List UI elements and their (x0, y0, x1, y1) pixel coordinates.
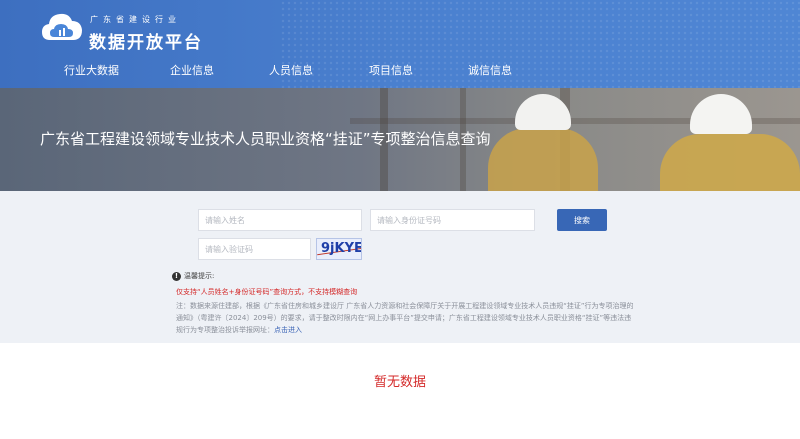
site-logo[interactable]: 广东省建设行业 数据开放平台 (40, 10, 240, 53)
results-area: 暂无数据 (0, 343, 800, 439)
empty-state-text: 暂无数据 (373, 375, 426, 390)
nav-item-industry-data[interactable]: 行业大数据 (64, 62, 119, 78)
nav-item-enterprise-info[interactable]: 企业信息 (170, 62, 214, 78)
search-panel: 搜索 9jKYE ! 温馨提示: 仅支持“人员姓名+身份证号码”查询方式，不支持… (0, 191, 800, 343)
nav-item-credit-info[interactable]: 诚信信息 (468, 62, 512, 78)
info-icon: ! (172, 272, 181, 281)
cloud-logo-icon (42, 13, 82, 40)
search-button[interactable]: 搜索 (557, 209, 607, 231)
tip-title: 温馨提示: (184, 272, 215, 280)
captcha-text: 9jKYE (321, 241, 362, 256)
name-input[interactable] (198, 209, 362, 231)
page-banner: 广东省工程建设领域专业技术人员职业资格“挂证”专项整治信息查询 (0, 88, 800, 191)
captcha-input[interactable] (198, 238, 311, 260)
banner-worker-figure (660, 134, 800, 191)
nav-item-project-info[interactable]: 项目信息 (369, 62, 413, 78)
banner-worker-figure (488, 128, 598, 191)
captcha-image[interactable]: 9jKYE (316, 238, 362, 260)
site-header: 广东省建设行业 数据开放平台 行业大数据 企业信息 人员信息 项目信息 诚信信息 (0, 0, 800, 88)
logo-title: 数据开放平台 (89, 33, 203, 53)
main-nav: 行业大数据 企业信息 人员信息 项目信息 诚信信息 (0, 58, 800, 84)
nav-item-personnel-info[interactable]: 人员信息 (269, 62, 313, 78)
tip-note-text: 注：数据来源住建部，根据《广东省住房和城乡建设厅 广东省人力资源和社会保障厅关于… (176, 302, 634, 334)
page-title: 广东省工程建设领域专业技术人员职业资格“挂证”专项整治信息查询 (40, 130, 491, 148)
tip-note: 注：数据来源住建部，根据《广东省住房和城乡建设厅 广东省人力资源和社会保障厅关于… (176, 300, 636, 336)
tip-highlight: 仅支持“人员姓名+身份证号码”查询方式，不支持模糊查询 (176, 288, 358, 296)
id-number-input[interactable] (370, 209, 535, 231)
complaint-link[interactable]: 点击进入 (274, 326, 302, 334)
banner-helmet (690, 94, 752, 134)
logo-subtitle: 广东省建设行业 (90, 15, 181, 24)
